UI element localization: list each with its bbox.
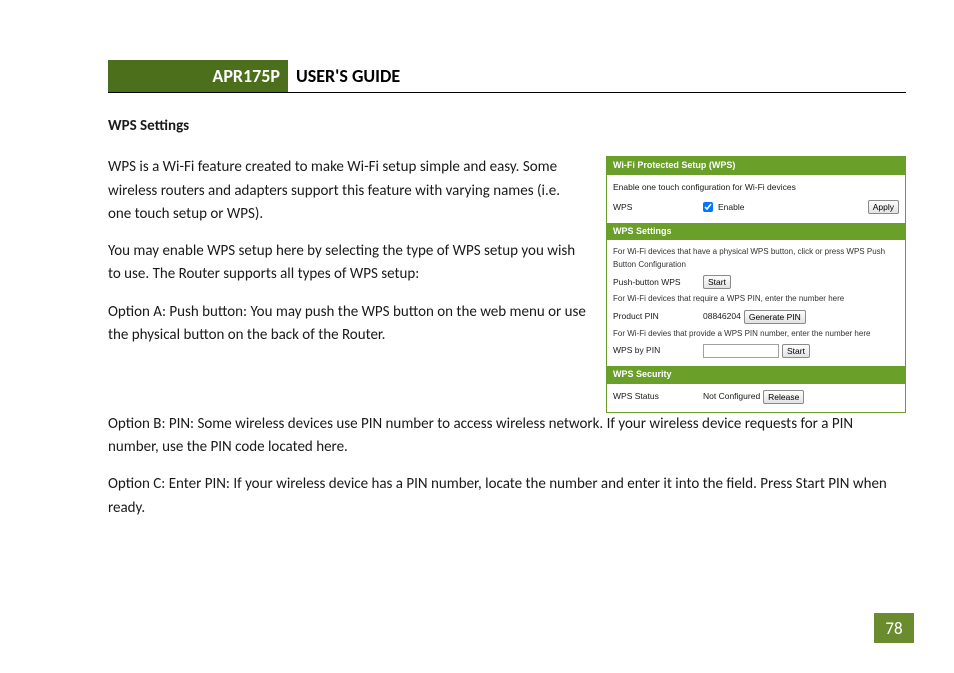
doc-header: APR175P USER'S GUIDE	[108, 60, 906, 92]
wps-panel-h1: Wi-Fi Protected Setup (WPS)	[607, 157, 905, 175]
wps-note-pin: For Wi-Fi devices that require a WPS PIN…	[613, 293, 899, 305]
wps-status-row: WPS Status Not Configured Release	[613, 388, 899, 406]
product-pin-value: 08846204	[703, 310, 741, 323]
doc-title: USER'S GUIDE	[296, 60, 400, 92]
generate-pin-button[interactable]: Generate PIN	[744, 310, 806, 324]
wps-panel-desc: Enable one touch configuration for Wi-Fi…	[613, 181, 899, 194]
header-rule	[108, 92, 906, 93]
para-option-b: Option B: PIN: Some wireless devices use…	[108, 413, 906, 460]
para-option-c: Option C: Enter PIN: If your wireless de…	[108, 473, 906, 520]
apply-button[interactable]: Apply	[868, 200, 899, 214]
wps-status-value: Not Configured	[703, 390, 760, 403]
para-enable: You may enable WPS setup here by selecti…	[108, 240, 586, 287]
push-start-button[interactable]: Start	[703, 275, 731, 289]
wps-pin-input[interactable]	[703, 344, 779, 358]
wps-panel-h2: WPS Settings	[607, 223, 905, 241]
wps-pin-start-button[interactable]: Start	[782, 344, 810, 358]
wps-note-push: For Wi-Fi devices that have a physical W…	[613, 246, 899, 271]
wps-enable-row: WPS Enable Apply	[613, 198, 899, 216]
wps-status-label: WPS Status	[613, 390, 703, 403]
wps-label: WPS	[613, 201, 703, 214]
wps-by-pin-label: WPS by PIN	[613, 344, 703, 357]
para-option-a: Option A: Push button: You may push the …	[108, 301, 586, 348]
wps-note-bypin: For Wi-Fi devies that provide a WPS PIN …	[613, 328, 899, 340]
content-area: WPS Settings WPS is a Wi-Fi feature crea…	[108, 115, 906, 520]
product-pin-row: Product PIN 08846204 Generate PIN	[613, 308, 899, 326]
push-button-row: Push-button WPS Start	[613, 273, 899, 291]
wps-enable-checkbox[interactable]	[703, 202, 713, 212]
wps-panel: Wi-Fi Protected Setup (WPS) Enable one t…	[606, 156, 906, 413]
push-button-label: Push-button WPS	[613, 276, 703, 289]
para-intro: WPS is a Wi-Fi feature created to make W…	[108, 156, 586, 226]
wps-panel-h3: WPS Security	[607, 366, 905, 384]
page-number: 78	[874, 613, 914, 643]
release-button[interactable]: Release	[763, 390, 804, 404]
text-column: WPS is a Wi-Fi feature created to make W…	[108, 156, 586, 361]
model-badge: APR175P	[108, 60, 288, 92]
wps-enable-text: Enable	[718, 201, 744, 214]
product-pin-label: Product PIN	[613, 310, 703, 323]
wps-by-pin-row: WPS by PIN Start	[613, 342, 899, 360]
section-subhead: WPS Settings	[108, 115, 906, 138]
